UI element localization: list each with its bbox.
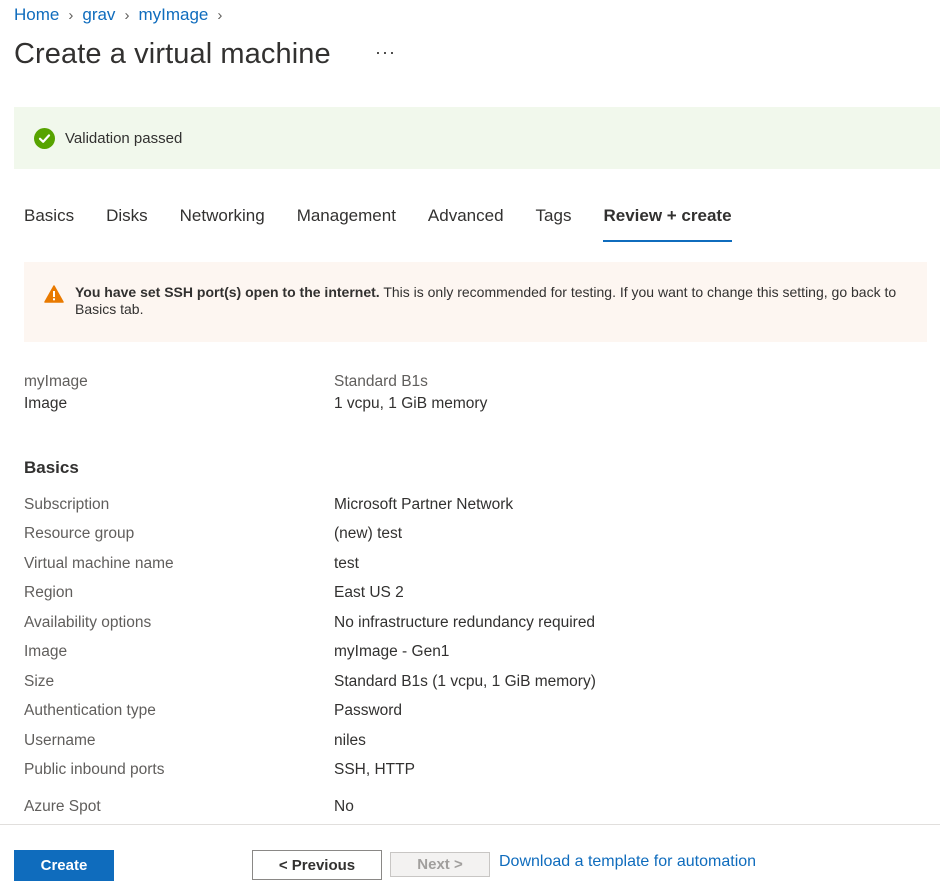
warning-title: You have set SSH port(s) open to the int… — [75, 284, 380, 300]
tab-disks[interactable]: Disks — [106, 206, 148, 242]
detail-value: SSH, HTTP — [334, 761, 415, 778]
chevron-right-icon: › — [217, 6, 223, 24]
more-options-icon[interactable]: ··· — [375, 42, 396, 63]
tab-bar: Basics Disks Networking Management Advan… — [24, 206, 764, 242]
detail-label: Public inbound ports — [24, 761, 165, 778]
tab-management[interactable]: Management — [297, 206, 396, 242]
chevron-right-icon: › — [68, 6, 74, 24]
chevron-right-icon: › — [124, 6, 130, 24]
footer-divider — [0, 824, 940, 825]
detail-label: Subscription — [24, 496, 110, 513]
detail-value: test — [334, 555, 359, 572]
validation-text: Validation passed — [65, 129, 183, 147]
summary-image-type: Image — [24, 395, 68, 412]
tab-review-create[interactable]: Review + create — [603, 206, 732, 242]
section-heading-basics: Basics — [24, 458, 79, 477]
detail-label: Size — [24, 673, 55, 690]
breadcrumb: Home › grav › myImage › — [14, 5, 231, 25]
detail-label: Availability options — [24, 614, 152, 631]
detail-value: niles — [334, 732, 366, 749]
breadcrumb-grav[interactable]: grav — [82, 5, 115, 25]
detail-label: Authentication type — [24, 702, 156, 719]
detail-label: Virtual machine name — [24, 555, 174, 572]
detail-value: Microsoft Partner Network — [334, 496, 514, 513]
breadcrumb-myimage[interactable]: myImage — [138, 5, 208, 25]
next-button[interactable]: Next > — [390, 852, 490, 877]
detail-label: Resource group — [24, 525, 135, 542]
detail-label: Region — [24, 584, 74, 601]
detail-value: Standard B1s (1 vcpu, 1 GiB memory) — [334, 673, 596, 690]
tab-advanced[interactable]: Advanced — [428, 206, 504, 242]
detail-value: East US 2 — [334, 584, 404, 601]
ssh-warning-banner: You have set SSH port(s) open to the int… — [24, 262, 927, 342]
detail-label: Username — [24, 732, 96, 749]
detail-value: No — [334, 798, 354, 815]
summary-spec: 1 vcpu, 1 GiB memory — [334, 395, 488, 412]
tab-basics[interactable]: Basics — [24, 206, 74, 242]
detail-label: Azure Spot — [24, 798, 101, 815]
detail-value: Password — [334, 702, 403, 719]
download-template-link[interactable]: Download a template for automation — [499, 853, 756, 871]
create-button[interactable]: Create — [14, 850, 114, 881]
detail-label: Image — [24, 643, 68, 660]
breadcrumb-home[interactable]: Home — [14, 5, 59, 25]
tab-tags[interactable]: Tags — [536, 206, 572, 242]
validation-banner: Validation passed — [14, 107, 940, 169]
summary-size: Standard B1s — [334, 373, 428, 390]
page-title: Create a virtual machine — [14, 38, 331, 70]
detail-value: (new) test — [334, 525, 403, 542]
detail-value: No infrastructure redundancy required — [334, 614, 596, 631]
success-check-icon — [34, 127, 55, 149]
tab-networking[interactable]: Networking — [180, 206, 265, 242]
summary-image-name: myImage — [24, 373, 88, 390]
detail-value: myImage - Gen1 — [334, 643, 450, 660]
warning-icon — [44, 285, 64, 307]
previous-button[interactable]: < Previous — [252, 850, 382, 880]
